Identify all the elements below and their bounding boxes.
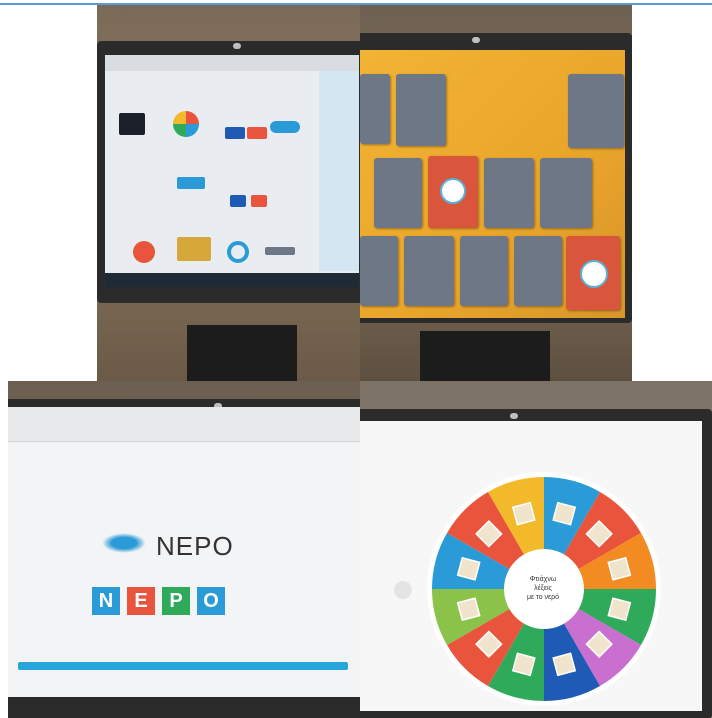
memory-card[interactable] [540,158,592,228]
wheel-center-label: Φτιάχνω λέξεις με το νερό [508,575,578,602]
segment-picture-icon [511,652,536,677]
webcam [510,413,518,419]
memory-card[interactable] [404,236,454,306]
template-thumbnail [251,195,267,207]
nepo-screen: NEPO N E P O [8,407,360,697]
game-title: NEPO [156,531,234,561]
template-thumbnail [227,241,249,263]
segment-picture-icon [456,597,481,622]
template-thumbnail [270,121,300,133]
letter-tile[interactable]: E [127,587,155,615]
memory-card[interactable] [374,158,422,228]
memory-card[interactable] [396,74,446,146]
card-image-icon [440,178,466,204]
wheel-arrow-icon[interactable] [394,581,412,599]
template-thumbnail [119,113,145,135]
letter-tile[interactable]: O [197,587,225,615]
template-thumbnail [173,111,199,137]
template-thumbnail [225,127,245,139]
template-thumbnail [133,241,155,263]
template-thumbnail [177,177,205,189]
letter-tile[interactable]: P [162,587,190,615]
webcam [233,43,241,49]
memory-card[interactable] [360,236,398,306]
splash-icon [102,533,146,553]
photo-memory-game [360,5,632,381]
template-thumbnail [230,195,246,207]
segment-picture-icon [456,556,481,581]
segment-picture-icon [607,556,632,581]
progress-bar [18,662,348,670]
template-thumbnail [177,237,211,261]
center-line: Φτιάχνω [529,576,557,583]
segment-picture-icon [552,652,577,677]
photo-spin-wheel: Φτιάχνω λέξεις με το νερό [360,381,712,718]
segment-picture-icon [511,501,536,526]
webcam [472,37,480,43]
browser-screen [105,55,359,287]
memory-card[interactable] [484,158,534,228]
memory-card-open[interactable] [428,156,478,228]
monitor-stand [187,325,297,381]
site-header [8,407,360,442]
center-line: λέξεις [534,585,552,592]
memory-game-screen [360,50,625,318]
taskbar [105,273,359,287]
memory-card-open[interactable] [566,236,620,310]
segment-picture-icon [552,501,577,526]
segment-picture-icon [607,597,632,622]
center-line: με το νερό [526,594,560,601]
wheel-screen: Φτιάχνω λέξεις με το νερό [360,421,702,711]
template-thumbnail [247,127,267,139]
memory-card[interactable] [460,236,508,306]
browser-tab-bar [105,55,359,71]
monitor-stand [420,331,550,381]
card-image-icon [580,260,608,288]
letter-tile[interactable]: N [92,587,120,615]
photo-monitor-templates [97,5,360,381]
photo-nepo-game: NEPO N E P O [8,381,360,718]
memory-card[interactable] [514,236,562,306]
side-panel [319,71,359,271]
memory-card[interactable] [568,74,624,148]
template-thumbnail [265,247,295,255]
memory-card[interactable] [360,74,390,144]
